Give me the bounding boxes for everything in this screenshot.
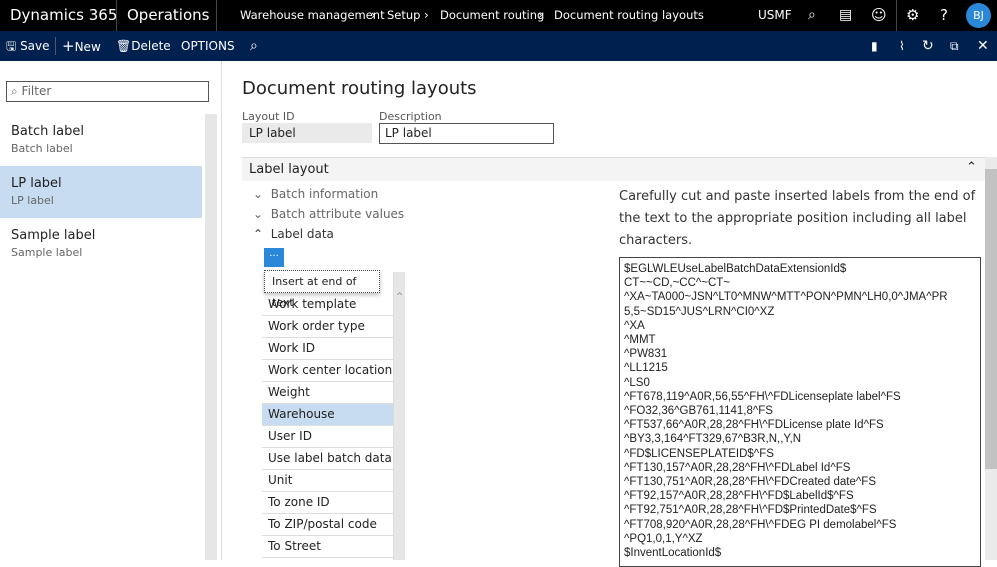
list-item[interactable]: Batch label Batch label: [0, 114, 202, 166]
options-button[interactable]: OPTIONS: [181, 31, 235, 61]
brand[interactable]: Dynamics 365: [10, 0, 117, 31]
label-field-item[interactable]: Work center location: [262, 360, 393, 382]
close-icon[interactable]: ✕: [977, 31, 989, 61]
new-button[interactable]: +New: [62, 31, 101, 61]
label-field-item[interactable]: To ZIP/postal code: [262, 514, 393, 536]
section-header[interactable]: Label layout ⌃: [242, 157, 985, 181]
hint-text: Carefully cut and paste inserted labels …: [619, 189, 976, 248]
chevron-right-icon: ›: [371, 8, 376, 22]
message-icon[interactable]: ▤: [839, 0, 852, 31]
search-icon[interactable]: ⌕: [250, 31, 258, 61]
label-field-item[interactable]: User ID: [262, 426, 393, 448]
office-icon[interactable]: ▮: [871, 31, 878, 61]
chevron-right-icon: ›: [424, 8, 429, 22]
save-icon: 🖫: [6, 39, 17, 53]
label-field-item[interactable]: Unit: [262, 470, 393, 492]
page-scrollbar[interactable]: [985, 157, 997, 560]
label-field-item[interactable]: Work order type: [262, 316, 393, 338]
list-scrollbar[interactable]: [205, 114, 217, 560]
company-picker[interactable]: USMF: [758, 0, 792, 31]
top-bar: Dynamics 365 Operations Warehouse manage…: [0, 0, 997, 31]
page-title: Document routing layouts: [242, 78, 477, 99]
app-name[interactable]: Operations: [127, 0, 209, 31]
chevron-right-icon: ›: [538, 8, 543, 22]
filter-input[interactable]: ⌕ Filter: [6, 81, 209, 102]
label-field-item[interactable]: Work ID: [262, 338, 393, 360]
breadcrumb-4: Document routing layouts: [554, 8, 704, 22]
label-field-item[interactable]: Warehouse: [262, 404, 393, 426]
list-item[interactable]: Sample label Sample label: [0, 218, 202, 270]
refresh-icon[interactable]: ↻: [922, 31, 934, 61]
description-label: Description: [379, 110, 442, 123]
plus-icon: +: [62, 37, 75, 55]
label-field-item[interactable]: To zone ID: [262, 492, 393, 514]
description-field[interactable]: LP label: [379, 123, 554, 144]
list-pane: ⌕ Filter Batch label Batch label LP label…: [0, 61, 222, 560]
tree-batch-information[interactable]: ⌄ Batch information: [253, 187, 378, 201]
popout-icon[interactable]: ⧉: [950, 31, 959, 61]
chevron-up-icon: ⌃: [966, 160, 977, 175]
list-item[interactable]: LP label LP label: [0, 166, 202, 218]
layout-id-label: Layout ID: [242, 110, 295, 123]
tree-batch-attribute-values[interactable]: ⌄ Batch attribute values: [253, 207, 404, 221]
layout-id-field: LP label: [242, 123, 372, 143]
command-bar: 🖫 Save +New 🗑Delete OPTIONS ⌕ ▮ ⌇ ↻ ⧉ ✕: [0, 31, 997, 61]
more-button[interactable]: ···: [264, 248, 284, 267]
attach-icon[interactable]: ⌇: [899, 31, 905, 61]
trash-icon: 🗑: [116, 39, 132, 53]
gear-icon[interactable]: ⚙: [906, 0, 919, 31]
tree-label-data[interactable]: ⌃ Label data: [253, 227, 334, 241]
delete-button[interactable]: 🗑Delete: [116, 31, 171, 61]
avatar[interactable]: BJ: [966, 3, 991, 28]
insert-at-end-menu-item[interactable]: Insert at end of text: [264, 270, 380, 309]
search-icon[interactable]: ⌕: [808, 0, 816, 31]
breadcrumb-2[interactable]: Setup: [387, 0, 420, 31]
label-field-item[interactable]: Weight: [262, 382, 393, 404]
help-icon[interactable]: ?: [940, 0, 948, 31]
smiley-icon[interactable]: ☺: [871, 0, 887, 31]
save-button[interactable]: 🖫 Save: [6, 31, 50, 61]
field-list-scrollbar[interactable]: ^: [393, 272, 405, 560]
label-field-item[interactable]: Use label batch data ...: [262, 448, 393, 470]
label-text-editor[interactable]: $EGLWLEUseLabelBatchDataExtensionId$ CT~…: [619, 257, 981, 567]
breadcrumb-3[interactable]: Document routing: [440, 0, 544, 31]
label-field-item[interactable]: To Street: [262, 536, 393, 558]
breadcrumb-1[interactable]: Warehouse management: [240, 0, 385, 31]
